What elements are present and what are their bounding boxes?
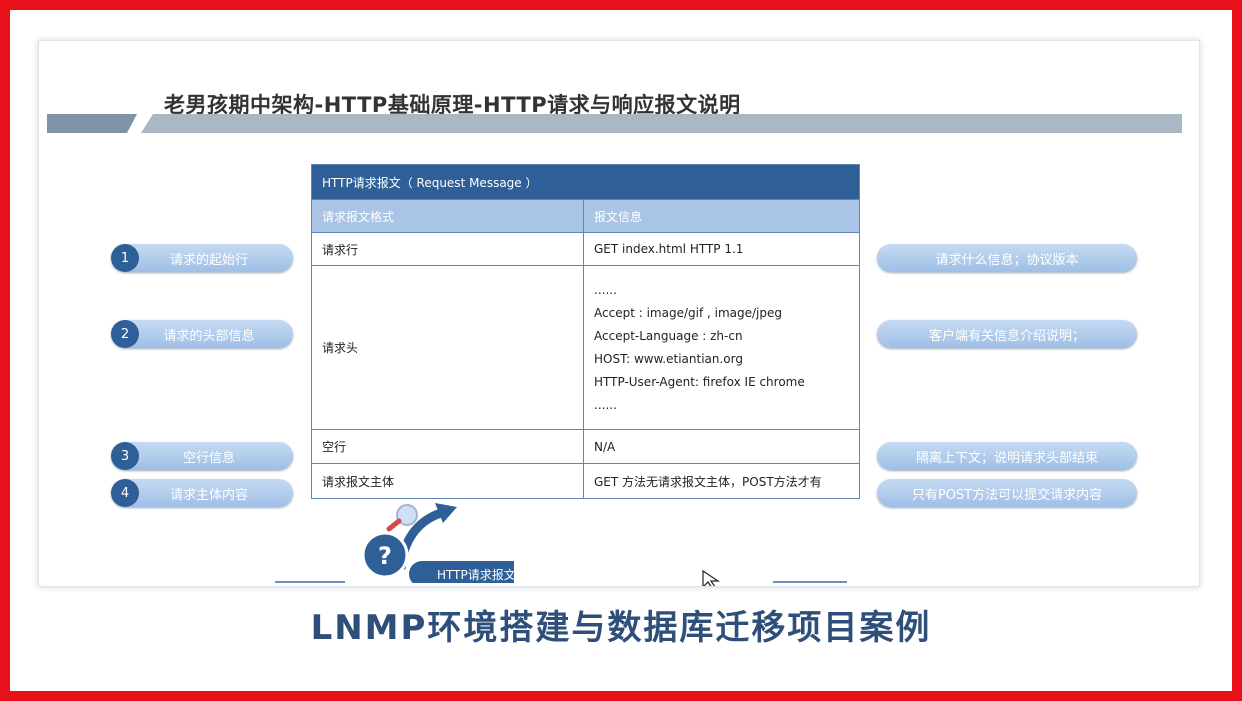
request-message-table: HTTP请求报文（ Request Message ） 请求报文格式 报文信息 …	[311, 164, 860, 499]
left-pill-body: 4 请求主体内容	[111, 479, 293, 507]
header-line: HOST: www.etiantian.org	[594, 351, 743, 366]
question-symbol: ?	[378, 542, 392, 570]
row-info: GET index.html HTTP 1.1	[583, 232, 860, 266]
slide: 老男孩期中架构-HTTP基础原理-HTTP请求与响应报文说明 HTTP请求报文（…	[38, 40, 1200, 587]
row-name: 请求行	[311, 232, 584, 266]
right-pill-headers: 客户端有关信息介绍说明；	[877, 320, 1137, 348]
table-row: 空行 N/A	[311, 429, 860, 464]
http-request-graphic: HTTP请求报文 ?	[361, 503, 514, 583]
mouse-cursor-icon	[702, 569, 720, 586]
header-line: ......	[594, 397, 617, 412]
left-pill-blank-line: 3 空行信息	[111, 442, 293, 470]
graphic-label: HTTP请求报文	[437, 567, 514, 582]
pill-number: 4	[111, 479, 139, 507]
left-pill-start-line: 1 请求的起始行	[111, 244, 293, 272]
right-pill-body: 只有POST方法可以提交请求内容	[877, 479, 1137, 507]
header-line: ......	[594, 282, 617, 297]
pill-number: 1	[111, 244, 139, 272]
row-name: 空行	[311, 429, 584, 464]
title-band	[47, 114, 1182, 133]
pill-number: 2	[111, 320, 139, 348]
partial-shape-left	[275, 581, 345, 586]
table-header: HTTP请求报文（ Request Message ）	[311, 164, 860, 200]
pill-label: 请求主体内容	[169, 487, 248, 503]
partial-shape-right	[773, 581, 847, 586]
row-name: 请求头	[311, 265, 584, 430]
pill-label: 空行信息	[182, 450, 235, 466]
left-pill-headers: 2 请求的头部信息	[111, 320, 293, 348]
header-line: Accept : image/gif , image/jpeg	[594, 305, 782, 320]
header-line: Accept-Language : zh-cn	[594, 328, 743, 343]
pill-label: 请求的头部信息	[163, 328, 255, 344]
magnifier-icon	[386, 504, 418, 532]
table-row: 请求头 ...... Accept : image/gif , image/jp…	[311, 265, 860, 430]
col-info: 报文信息	[583, 199, 860, 233]
pill-label: 请求的起始行	[169, 252, 248, 268]
right-pill-start-line: 请求什么信息；协议版本	[877, 244, 1137, 272]
frame: 老男孩期中架构-HTTP基础原理-HTTP请求与响应报文说明 HTTP请求报文（…	[10, 10, 1232, 691]
footer-title: LNMP环境搭建与数据库迁移项目案例	[310, 608, 932, 648]
header-line: HTTP-User-Agent: firefox IE chrome	[594, 374, 805, 389]
col-format: 请求报文格式	[311, 199, 584, 233]
row-info: N/A	[583, 429, 860, 464]
pill-number: 3	[111, 442, 139, 470]
right-pill-blank-line: 隔离上下文；说明请求头部结束	[877, 442, 1137, 470]
table-row: 请求行 GET index.html HTTP 1.1	[311, 232, 860, 266]
row-info: GET 方法无请求报文主体，POST方法才有	[583, 463, 860, 499]
row-info-headers: ...... Accept : image/gif , image/jpeg A…	[583, 265, 860, 430]
